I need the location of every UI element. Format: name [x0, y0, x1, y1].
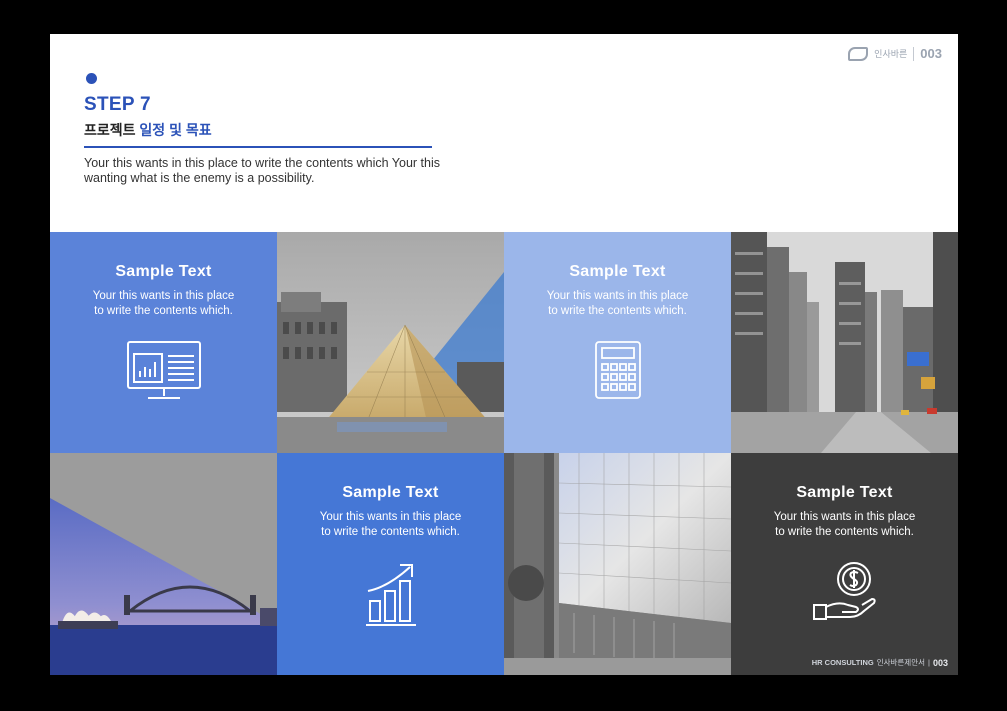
footer-page-number: 003 — [932, 657, 948, 668]
card-body: Your this wants in this place to write t… — [92, 290, 235, 317]
card-1: Sample Text Your this wants in this plac… — [50, 232, 277, 453]
card-title: Sample Text — [115, 263, 212, 280]
card-4: Sample Text Your this wants in this plac… — [731, 453, 958, 675]
card-2: Sample Text Your this wants in this plac… — [504, 232, 731, 453]
subtitle-accent: 일정 및 목표 — [139, 122, 212, 138]
brand-header: 인사바른 003 — [848, 46, 942, 61]
city-street-photo — [731, 232, 958, 453]
logo-text: 인사바른 — [874, 49, 908, 59]
subtitle-plain: 프로젝트 — [84, 122, 140, 138]
card-3: Sample Text Your this wants in this plac… — [277, 453, 504, 675]
card-body: Your this wants in this place to write t… — [546, 290, 689, 317]
growth-chart-icon — [364, 561, 418, 632]
logo-icon — [848, 46, 869, 61]
calculator-icon — [594, 340, 642, 405]
card-title: Sample Text — [342, 484, 439, 501]
card-title: Sample Text — [796, 484, 893, 501]
sydney-harbour-photo — [50, 453, 277, 675]
card-title: Sample Text — [569, 263, 666, 280]
slide: 인사바른 003 STEP 7 프로젝트 일정 및 목표 Your this w… — [50, 34, 958, 675]
footer-separator: | — [928, 658, 930, 667]
card-body: Your this wants in this place to write t… — [773, 511, 916, 538]
glass-building-photo — [504, 453, 731, 675]
content-grid: Sample Text Your this wants in this plac… — [50, 232, 958, 675]
footer-korean: 인사바른제안서 — [876, 658, 926, 667]
card-body: Your this wants in this place to write t… — [319, 511, 462, 538]
monitor-chart-icon — [126, 340, 202, 407]
coin-hand-icon — [812, 561, 878, 628]
page-subtitle: 프로젝트 일정 및 목표 — [84, 120, 212, 140]
louvre-pyramid-photo — [277, 232, 504, 453]
step-title: STEP 7 — [84, 94, 151, 115]
logo-separator — [913, 46, 915, 61]
footer-company: HR CONSULTING — [811, 658, 874, 667]
title-dot — [86, 73, 97, 84]
title-divider — [84, 146, 432, 148]
page-number: 003 — [920, 46, 942, 61]
slide-footer: HR CONSULTING 인사바른제안서 | 003 — [812, 657, 948, 668]
page-description: Your this wants in this place to write t… — [84, 156, 440, 185]
